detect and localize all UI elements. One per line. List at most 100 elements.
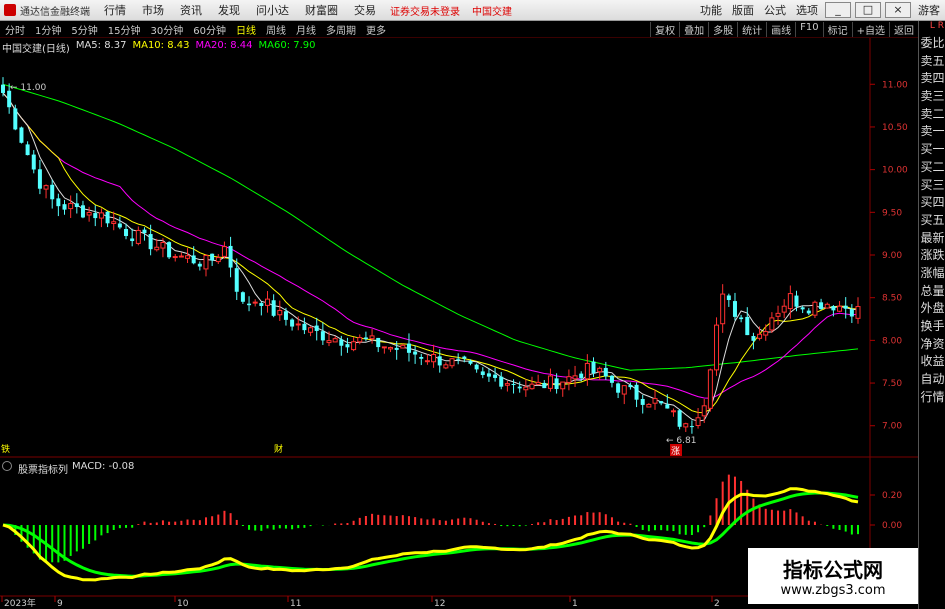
quote-fields: 委比 卖五 卖四 卖三 卖二 卖一 买一 买二 买三 买四 买五 最新 涨跌 涨幅 总量 外盘 换手 净资 收益 自动… (919, 35, 945, 406)
quote-field-9[interactable]: 买四 (919, 194, 945, 212)
candle-body (160, 241, 166, 249)
ma10-polyline (2, 92, 858, 414)
quote-field-11[interactable]: 最新 (919, 230, 945, 248)
candle-body (714, 324, 720, 371)
date-axis: 2023年 9 10 11 12 1 2 (1, 596, 720, 609)
quote-field-16[interactable]: 换手 (919, 318, 945, 336)
event-tag-tie[interactable]: 铁 (1, 443, 10, 455)
candle-body (462, 356, 467, 359)
candle-body (19, 127, 24, 143)
candle-body (388, 347, 394, 350)
quote-field-12[interactable]: 涨跌 (919, 247, 945, 265)
quote-field-19[interactable]: 自动 (919, 371, 945, 389)
quote-field-8[interactable]: 买三 (919, 177, 945, 195)
candle-body (683, 423, 689, 428)
candle-body (659, 401, 664, 404)
candle-body (406, 343, 411, 353)
candle-body (247, 303, 252, 306)
macd-histogram (2, 474, 859, 582)
quote-field-18[interactable]: 收益 (919, 353, 945, 371)
candle-body (252, 301, 258, 304)
candle-body (616, 383, 621, 393)
panel-toggle[interactable]: L R (919, 21, 945, 35)
candle-body (56, 198, 61, 207)
candle-body (837, 305, 843, 312)
candle-body (86, 211, 92, 216)
candle-body (781, 305, 787, 313)
candle-body (535, 381, 541, 385)
candle-body (486, 373, 491, 377)
candle-body (295, 323, 301, 326)
candle-body (634, 384, 639, 400)
indicator-toggle-icon[interactable] (2, 461, 12, 471)
macd-value: MACD: -0.08 (72, 461, 135, 472)
price-tick-label: 10.00 (882, 166, 908, 176)
quote-field-13[interactable]: 涨幅 (919, 265, 945, 283)
candle-body (769, 317, 775, 331)
quote-field-1[interactable]: 卖五 (919, 53, 945, 71)
quote-field-0[interactable]: 委比 (919, 35, 945, 53)
legend-ma60: MA60: 7.90 (258, 40, 316, 51)
price-tick-label: 8.50 (882, 294, 902, 304)
candle-body (449, 358, 455, 367)
candle-body (812, 301, 818, 316)
candle-body (43, 185, 49, 190)
quote-field-10[interactable]: 买五 (919, 212, 945, 230)
right-quote-panel: L R 委比 卖五 卖四 卖三 卖二 卖一 买一 买二 买三 买四 买五 最新 涨跌 涨幅 总量 外盘 换手 净资… (918, 21, 945, 609)
candle-body (277, 309, 283, 316)
quote-field-3[interactable]: 卖三 (919, 88, 945, 106)
candle-body (339, 339, 344, 346)
candlesticks (1, 77, 861, 434)
candle-body (732, 301, 737, 317)
indicator-name[interactable]: 股票指标列 (18, 461, 68, 476)
macd-tick-label: 0.00 (882, 521, 902, 531)
candle-body (215, 257, 221, 263)
candle-body (517, 386, 522, 389)
quote-field-20[interactable]: 行情 (919, 389, 945, 407)
candle-body (763, 331, 769, 336)
event-tag-zhang[interactable]: 涨 (671, 446, 680, 457)
ma5-line (2, 92, 859, 422)
candle-body (351, 341, 357, 351)
candle-body (591, 361, 596, 374)
quote-field-7[interactable]: 买二 (919, 159, 945, 177)
candle-body (381, 346, 387, 349)
event-tag-cai[interactable]: 财 (274, 443, 283, 455)
legend-ma20: MA20: 8.44 (195, 40, 253, 51)
candle-body (652, 398, 658, 404)
kline-chart[interactable]: 11.0010.5010.009.509.008.508.007.507.00 … (0, 0, 918, 609)
candle-body (456, 358, 461, 360)
candle-body (117, 223, 122, 228)
quote-field-15[interactable]: 外盘 (919, 300, 945, 318)
date-tick-label: 1 (572, 599, 578, 609)
candle-body (25, 144, 30, 156)
ma20-polyline (2, 92, 859, 399)
price-tick-label: 9.50 (882, 208, 902, 218)
candle-body (308, 327, 314, 333)
candle-body (332, 338, 338, 343)
candle-body (302, 323, 307, 331)
date-tick-label: 2 (714, 599, 720, 609)
legend-ma5: MA5: 8.37 (75, 40, 127, 51)
quote-field-17[interactable]: 净资 (919, 336, 945, 354)
quote-field-4[interactable]: 卖二 (919, 106, 945, 124)
candle-body (751, 336, 756, 341)
ma10-line (2, 92, 858, 414)
candle-body (493, 374, 498, 378)
quote-field-5[interactable]: 卖一 (919, 123, 945, 141)
candle-body (566, 376, 572, 383)
macd-tick-label: 0.20 (882, 491, 902, 501)
date-tick-label: 2023年 (4, 597, 36, 609)
candle-body (394, 347, 399, 350)
macd-legend: 股票指标列 MACD: -0.08 (2, 461, 134, 476)
candle-body (142, 229, 147, 234)
candle-body (670, 410, 676, 413)
candle-body (621, 385, 627, 395)
candle-body (191, 255, 196, 264)
quote-field-2[interactable]: 卖四 (919, 70, 945, 88)
quote-field-14[interactable]: 总量 (919, 283, 945, 301)
candle-body (419, 356, 424, 359)
candle-body (855, 306, 861, 319)
quote-field-6[interactable]: 买一 (919, 141, 945, 159)
candle-body (234, 268, 239, 292)
